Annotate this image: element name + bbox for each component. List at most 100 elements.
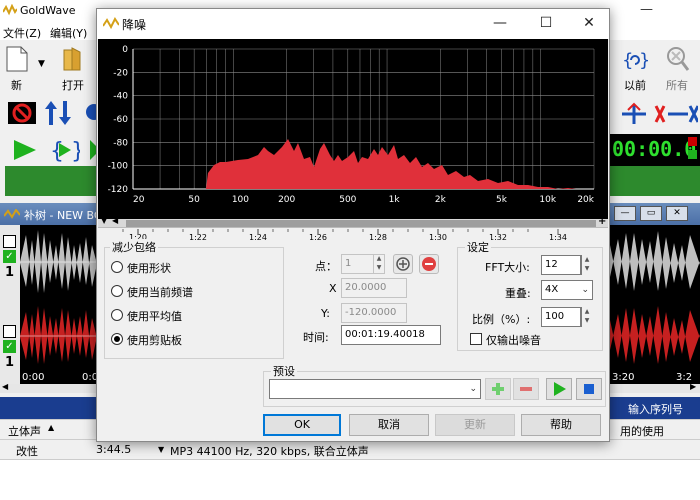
y-tick-label: -40 [113,92,128,102]
add-point-button[interactable] [393,254,413,274]
doc-close-button[interactable]: ✕ [666,206,688,221]
preset-select[interactable]: ⌄ [269,379,481,399]
left-channel-waveform-right[interactable] [610,225,700,300]
play-icon[interactable] [12,138,38,162]
y-tick-label: -100 [108,162,129,172]
x-tick-label: 10k [539,195,556,205]
channel-1-check-icon[interactable]: ✓ [3,250,16,263]
menu-edit[interactable]: 编辑(Y) [50,25,87,41]
overlap-select[interactable]: 4X ⌄ [541,280,593,300]
delete-point-button[interactable] [419,254,439,274]
undo-history-icon[interactable]: { } [622,46,648,72]
time-label: 3:20 [612,372,635,383]
status-channel: 立体声 [8,425,41,438]
radio-use-clipboard-label[interactable]: 使用剪贴板 [127,332,182,348]
document-title: 补树 - NEW BC [24,209,102,222]
y-tick-label: -120 [108,185,129,195]
open-button-label[interactable]: 打开 [62,77,84,93]
radio-use-average-label[interactable]: 使用平均值 [127,308,182,324]
bottom-panel [0,459,700,500]
y-label: Y: [321,307,330,320]
ruler-left-arrow-icon[interactable]: ◀ [112,216,118,225]
preview-stop-button[interactable] [576,378,602,400]
output-noise-only-checkbox[interactable] [470,333,482,345]
status-usage: 用的使用 [620,425,664,438]
time-counter: 00:00.0 [610,134,700,166]
time-axis-right: 3:20 3:2 [610,372,700,384]
vertical-arrows-icon[interactable] [44,100,72,126]
new-button-label[interactable]: 新 [11,77,22,93]
ok-button[interactable]: OK [263,414,341,436]
channel-2-check-icon[interactable]: ✓ [3,340,16,353]
dialog-minimize-button[interactable]: — [478,9,522,37]
x-tick-label: 2k [435,195,447,205]
x-tick-label: 5k [496,195,508,205]
fft-size-input[interactable]: 12 [541,255,581,275]
new-file-icon[interactable] [6,46,28,72]
radio-use-shape[interactable] [111,261,123,273]
dialog-time-ruler[interactable]: ▼ ◀ + 1:20 1:22 1:24 1:26 1:28 1:30 1:32 1:34 [98,216,608,241]
right-channel-waveform[interactable] [20,300,100,372]
stop-record-icon[interactable] [8,102,36,124]
svg-text:}: } [71,139,80,164]
x-tick-label: 500 [339,195,356,205]
x-tick-label: 50 [188,195,200,205]
app-minimize-button[interactable]: — [640,2,653,17]
remove-preset-button[interactable] [513,378,539,400]
ruler-scroll-thumb[interactable] [126,220,596,227]
dialog-close-button[interactable]: ✕ [567,9,611,37]
doc-minimize-button[interactable]: — [614,206,636,221]
ruler-scrollbar[interactable]: ▼ ◀ + [98,216,608,228]
right-channel-waveform-right[interactable] [610,300,700,372]
radio-use-shape-label[interactable]: 使用形状 [127,260,171,276]
noise-spectrum-chart[interactable]: 0 -20 -40 -60 -80 -100 -120 20 50 100 200 500 1k 2k 5k… [98,39,608,219]
channel-tools-icon[interactable] [654,102,698,126]
record-indicator-icon [688,137,697,146]
left-channel-waveform[interactable] [20,225,100,300]
dialog-titlebar: 降噪 — ☐ ✕ [97,9,609,39]
open-folder-icon[interactable] [60,46,84,72]
marker-icon[interactable] [620,102,648,126]
goldwave-logo-icon [103,17,119,29]
all-button-label[interactable]: 所有 [666,77,688,93]
update-button[interactable]: 更新 [435,414,515,436]
previous-button-label[interactable]: 以前 [624,77,646,93]
menu-file[interactable]: 文件(Z) [3,25,41,41]
x-value-input[interactable]: 20.0000 [341,278,407,298]
fft-size-spinner[interactable]: ▲ ▼ [581,255,592,275]
help-button[interactable]: 帮助 [521,414,601,436]
settings-label: 设定 [465,239,491,255]
dialog-maximize-button[interactable]: ☐ [524,9,568,37]
y-value-input[interactable]: -120.0000 [341,303,407,323]
play-selection-icon[interactable]: { } [50,136,80,164]
add-preset-button[interactable] [485,378,511,400]
channel-2-number: 1 [5,355,15,370]
scroll-right-icon[interactable]: ▶ [690,382,696,391]
radio-use-current-spectrum-label[interactable]: 使用当前频谱 [127,284,193,300]
level-meter-right [610,166,700,196]
enter-serial-label[interactable]: 输入序列号 [628,401,683,417]
time-value-input[interactable]: 00:01:19.40018 [341,325,441,345]
svg-text:{: { [622,50,633,71]
new-dropdown-icon[interactable]: ▼ [38,59,45,69]
ruler-label: 1:24 [249,233,267,241]
radio-use-clipboard[interactable] [111,333,123,345]
channel-1-toggle[interactable] [3,235,16,248]
chevron-down-icon: ⌄ [581,285,589,295]
output-noise-only-label[interactable]: 仅输出噪音 [486,332,541,348]
cancel-button[interactable]: 取消 [349,414,429,436]
doc-maximize-button[interactable]: ▭ [640,206,662,221]
ratio-spinner[interactable]: ▲ ▼ [581,307,592,327]
scroll-left-icon[interactable]: ◀ [2,382,8,391]
channel-2-toggle[interactable] [3,325,16,338]
preview-play-button[interactable] [546,378,572,400]
ruler-zoom-in-icon[interactable]: + [598,216,606,227]
ruler-dropdown-icon[interactable]: ▼ [101,216,107,225]
ratio-input[interactable]: 100 [541,307,581,327]
zoom-all-icon[interactable] [666,46,690,72]
point-index-spinner[interactable]: ▲ ▼ [373,254,384,274]
app-title: GoldWave [20,4,76,17]
radio-use-current-spectrum[interactable] [111,285,123,297]
radio-use-average[interactable] [111,309,123,321]
status-format-dropdown-icon[interactable]: ▼ [158,445,164,454]
